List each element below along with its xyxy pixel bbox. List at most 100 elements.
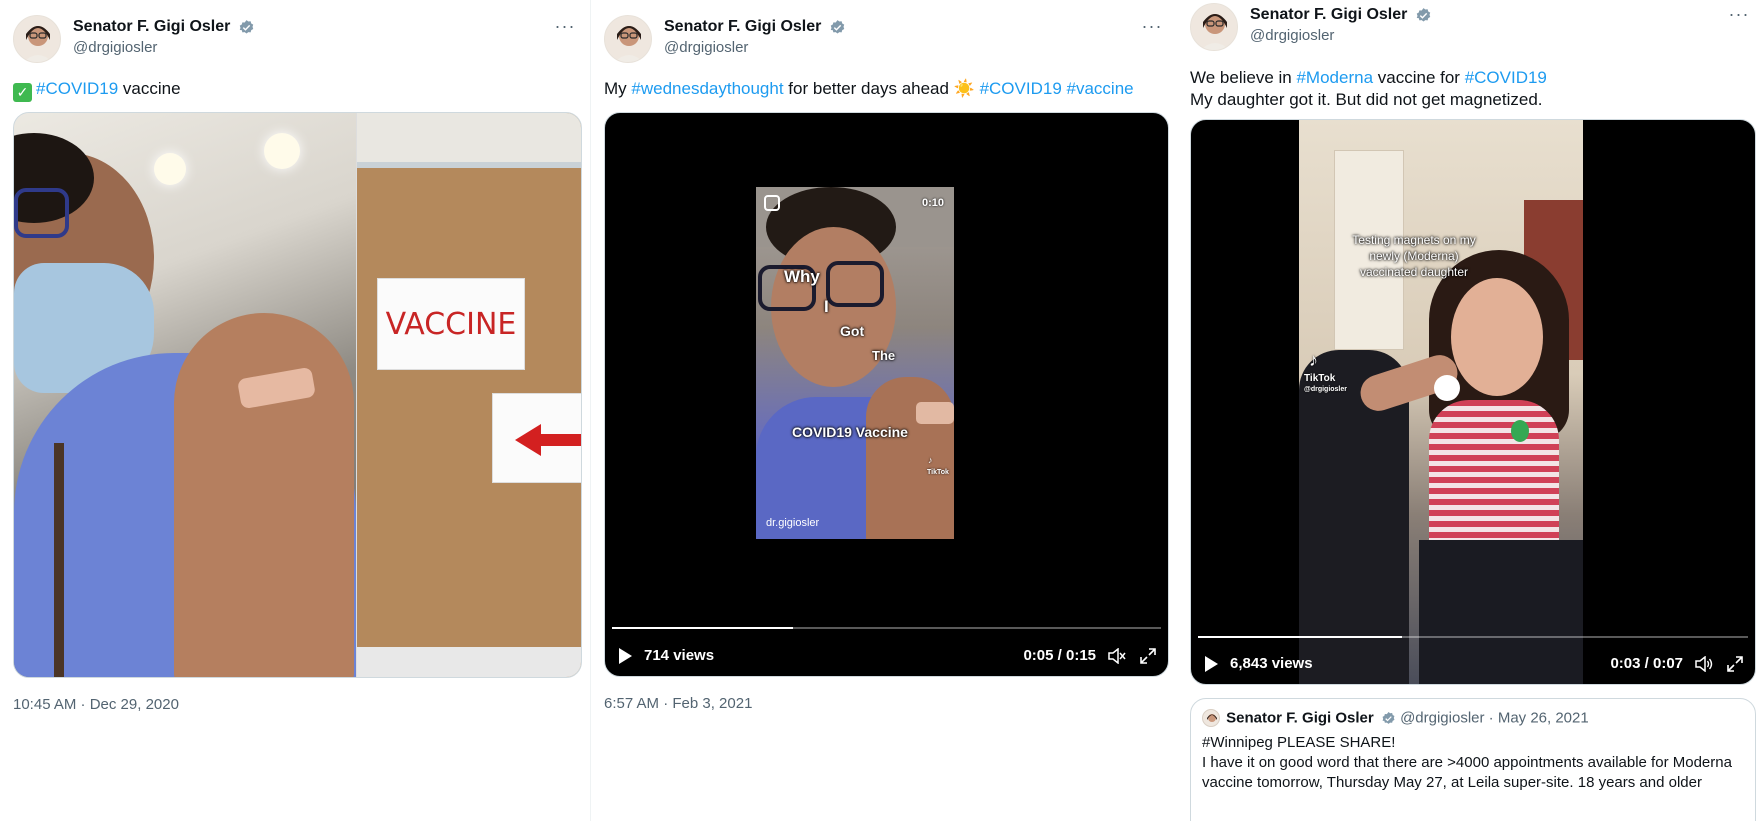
tiktok-logo-icon: ♪ [928,455,933,465]
verified-badge-icon [239,19,254,34]
tiktok-handle: @drgigiosler [1304,386,1347,393]
reels-icon [764,195,780,211]
verified-badge-icon [1416,7,1431,22]
more-options-icon[interactable]: ··· [1137,17,1167,39]
floor-strip-shape [357,647,581,677]
tweet-text-mid: vaccine for [1373,68,1465,87]
play-icon[interactable] [1205,656,1218,672]
verified-badge-icon [1382,711,1395,724]
hashtag-link[interactable]: #COVID19 [36,79,118,98]
striped-shirt-shape [1429,400,1559,550]
hashtag-link[interactable]: #wednesdaythought [631,79,783,98]
video-creator: dr.gigiosler [766,517,820,529]
author-name[interactable]: Senator F. Gigi Osler [664,18,821,36]
tweet-timestamp[interactable]: 6:57 AM · Feb 3, 2021 [604,695,752,712]
author-avatar[interactable] [604,15,652,63]
author-name[interactable]: Senator F. Gigi Osler [73,18,230,36]
fullscreen-icon[interactable] [1727,656,1743,672]
verified-badge-icon [830,19,845,34]
left-arrow-icon [515,424,541,456]
overlay-word: COVID19 Vaccine [792,424,908,440]
arm-shape [174,313,354,677]
view-count: 6,843 views [1230,655,1313,672]
tiktok-logo-icon: ♪ [1309,350,1318,370]
overlay-word: Why [784,267,820,286]
tweet-text-pre: We believe in [1190,68,1297,87]
author-avatar[interactable] [13,15,61,63]
quote-line: I have it on good word that there are >4… [1202,754,1732,792]
quote-line: #Winnipeg PLEASE SHARE! [1202,734,1396,752]
video-controls: 714 views 0:05 / 0:15 [605,636,1168,676]
lanyard-shape [54,443,64,677]
quote-author-name: Senator F. Gigi Osler [1226,709,1374,727]
tweet-text-rest: vaccine [118,79,181,98]
video-player[interactable]: Testing magnets on my newly (Moderna) va… [1190,119,1756,685]
tweet-card-2[interactable]: Senator F. Gigi Osler @drgigiosler ··· M… [590,0,1177,821]
tweet-timestamp[interactable]: 10:45 AM · Dec 29, 2020 [13,696,179,713]
tweet-text: ✓ #COVID19 vaccine [13,78,582,102]
author-name[interactable]: Senator F. Gigi Osler [1250,6,1407,24]
magnet-shape [1434,375,1460,401]
quote-author-avatar [1202,709,1220,728]
quoted-tweet[interactable]: Senator F. Gigi Osler @drgigiosler · May… [1190,698,1756,821]
hashtag-link[interactable]: #COVID19 [980,79,1062,98]
author-handle[interactable]: @drgigiosler [1250,27,1432,44]
ceiling-light-shape [264,133,300,169]
mute-icon[interactable] [1108,648,1126,664]
view-count: 714 views [644,647,715,664]
overlay-word: I [824,297,829,316]
tweet-text-pre: My [604,79,632,98]
fullscreen-icon[interactable] [1140,648,1156,664]
ceiling-shape [357,113,581,168]
bandage-shape [916,402,954,424]
tweet-header: Senator F. Gigi Osler @drgigiosler ··· [13,15,580,65]
tweet-text: We believe in #Moderna vaccine for #COVI… [1190,67,1756,111]
author-avatar[interactable] [1190,3,1238,51]
hashtag-link[interactable]: #Moderna [1296,68,1373,87]
tweet-card-3[interactable]: Senator F. Gigi Osler @drgigiosler ··· W… [1177,0,1764,821]
overlay-word: Got [840,323,865,339]
glasses-icon [14,188,69,238]
tweet-text-line2: My daughter got it. But did not get magn… [1190,90,1543,109]
author-handle[interactable]: @drgigiosler [73,39,255,56]
glasses-icon [826,261,884,307]
hashtag-link[interactable]: #vaccine [1067,79,1134,98]
more-options-icon[interactable]: ··· [1724,5,1754,27]
author-handle[interactable]: @drgigiosler [664,39,846,56]
quote-header: Senator F. Gigi Osler @drgigiosler · May… [1202,709,1744,728]
quote-meta: @drgigiosler · May 26, 2021 [1400,709,1589,727]
face-shape [1451,278,1543,396]
more-options-icon[interactable]: ··· [550,17,580,39]
video-player[interactable]: 0:10 Why I Got The COVID19 Vaccine ♪ Tik… [604,112,1169,677]
volume-icon[interactable] [1695,656,1713,672]
tweet-card-1[interactable]: Senator F. Gigi Osler @drgigiosler ··· ✓… [0,0,590,821]
check-mark-icon: ✓ [13,83,32,102]
tweet-photo-grid[interactable]: VACCINE [13,112,582,678]
video-progress-fill [612,627,794,629]
vaccine-sign-photo[interactable]: VACCINE [357,113,581,677]
video-progress-fill [1198,636,1402,638]
video-progress-bar[interactable] [612,627,1161,629]
ceiling-light-shape [154,153,186,185]
video-controls: 6,843 views 0:03 / 0:07 [1191,644,1755,684]
arrow-sign [492,393,581,483]
tiktok-watermark: TikTok [1304,373,1336,384]
vaccine-sign: VACCINE [377,278,525,370]
selfie-photo[interactable] [14,113,356,677]
hashtag-link[interactable]: #COVID19 [1465,68,1547,87]
video-timecode: 0:05 / 0:15 [1023,647,1096,664]
tweet-header: Senator F. Gigi Osler @drgigiosler ··· [1190,3,1754,53]
tweet-text-mid: for better days ahead ☀️ [783,79,980,98]
sticker-shape [1511,420,1529,442]
video-timecode: 0:03 / 0:07 [1610,655,1683,672]
play-icon[interactable] [619,648,632,664]
video-frame[interactable]: 0:10 Why I Got The COVID19 Vaccine ♪ Tik… [756,187,954,539]
video-frame[interactable]: Testing magnets on my newly (Moderna) va… [1299,120,1583,684]
video-caption: Testing magnets on my newly (Moderna) va… [1352,233,1476,279]
video-progress-bar[interactable] [1198,636,1748,638]
overlay-word: The [872,348,896,363]
duration-chip: 0:10 [921,197,944,209]
quote-body: #Winnipeg PLEASE SHARE! I have it on goo… [1202,733,1744,793]
tiktok-watermark: TikTok [927,469,949,476]
tweet-header: Senator F. Gigi Osler @drgigiosler ··· [604,15,1167,65]
